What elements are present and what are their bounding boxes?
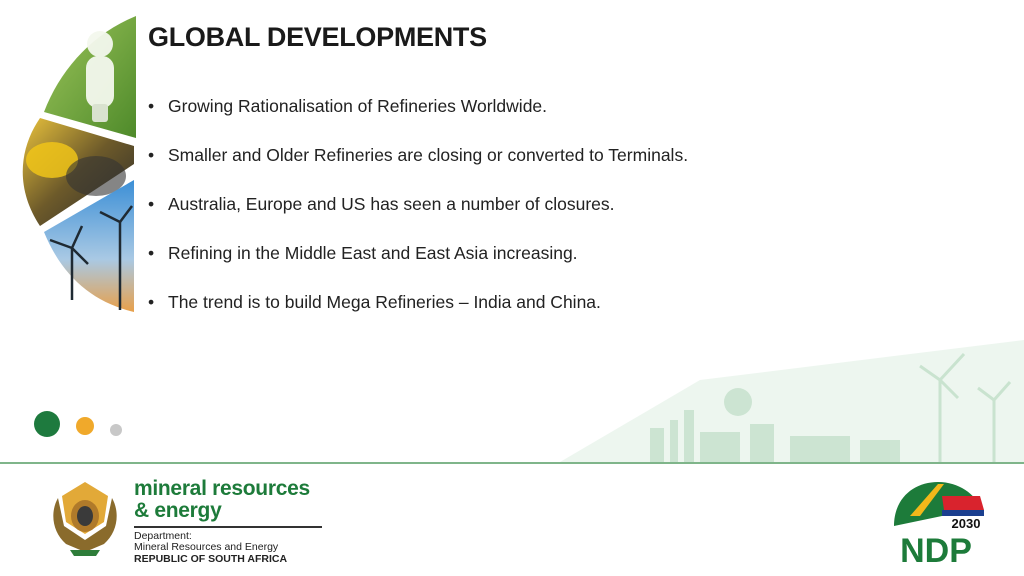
dept-divider <box>134 526 322 528</box>
dept-name-line2: & energy <box>134 499 222 522</box>
dept-label: Department: <box>134 529 192 542</box>
coat-of-arms-logo <box>53 482 117 556</box>
bullet-item: The trend is to build Mega Refineries – … <box>148 289 688 338</box>
green-dot <box>34 411 60 437</box>
bullet-item: Australia, Europe and US has seen a numb… <box>148 191 688 240</box>
slide-title: GLOBAL DEVELOPMENTS <box>148 22 487 52</box>
ndp-wordmark: NDP <box>900 532 972 568</box>
bullet-item: Growing Rationalisation of Refineries Wo… <box>148 93 688 142</box>
bullet-item: Smaller and Older Refineries are closing… <box>148 142 688 191</box>
country-name: REPUBLIC OF SOUTH AFRICA <box>134 552 288 565</box>
department-wordmark: mineral resources & energy Department: M… <box>134 478 322 565</box>
ndp-2030-logo: 2030 NDP <box>894 482 988 568</box>
photo-wheel-decoration <box>22 16 136 312</box>
dept-name-line1: mineral resources <box>134 477 310 500</box>
industrial-skyline-watermark <box>560 340 1024 462</box>
grey-dot <box>110 424 122 436</box>
ndp-year: 2030 <box>952 516 981 531</box>
decorative-dots <box>34 411 122 437</box>
orange-dot <box>76 417 94 435</box>
bullet-item: Refining in the Middle East and East Asi… <box>148 240 688 289</box>
dept-full-name: Mineral Resources and Energy <box>134 540 279 553</box>
bullet-list: Growing Rationalisation of Refineries Wo… <box>148 93 688 338</box>
